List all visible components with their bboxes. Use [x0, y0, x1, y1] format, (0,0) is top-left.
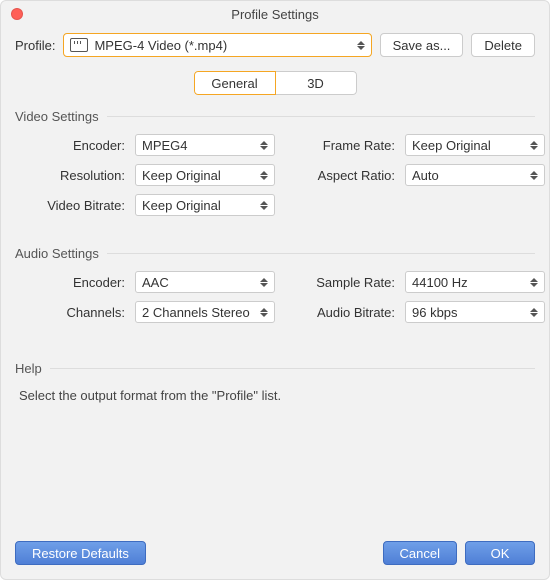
profile-label: Profile:: [15, 38, 55, 53]
tab-general[interactable]: General: [194, 71, 276, 95]
chevron-updown-icon: [530, 278, 538, 287]
chevron-updown-icon: [530, 308, 538, 317]
help-group: Help Select the output format from the "…: [15, 361, 535, 403]
divider: [107, 253, 535, 254]
chevron-updown-icon: [530, 141, 538, 150]
profile-value: MPEG-4 Video (*.mp4): [94, 38, 227, 53]
channels-value: 2 Channels Stereo: [142, 305, 250, 320]
footer: Restore Defaults Cancel OK: [1, 531, 549, 579]
resolution-select[interactable]: Keep Original: [135, 164, 275, 186]
delete-button[interactable]: Delete: [471, 33, 535, 57]
audio-bitrate-select[interactable]: 96 kbps: [405, 301, 545, 323]
help-text: Select the output format from the "Profi…: [15, 386, 535, 403]
aspect-ratio-value: Auto: [412, 168, 439, 183]
help-title: Help: [15, 361, 42, 376]
ok-button[interactable]: OK: [465, 541, 535, 565]
video-encoder-label: Encoder:: [15, 138, 125, 153]
video-bitrate-label: Video Bitrate:: [15, 198, 125, 213]
divider: [50, 368, 535, 369]
aspect-ratio-select[interactable]: Auto: [405, 164, 545, 186]
tab-3d[interactable]: 3D: [275, 71, 357, 95]
restore-defaults-button[interactable]: Restore Defaults: [15, 541, 146, 565]
audio-encoder-label: Encoder:: [15, 275, 125, 290]
chevron-updown-icon: [260, 201, 268, 210]
chevron-updown-icon: [260, 171, 268, 180]
titlebar: Profile Settings: [1, 1, 549, 27]
audio-bitrate-label: Audio Bitrate:: [285, 305, 395, 320]
audio-bitrate-value: 96 kbps: [412, 305, 458, 320]
video-encoder-select[interactable]: MPEG4: [135, 134, 275, 156]
video-settings-group: Video Settings Encoder: MPEG4 Frame Rate…: [15, 109, 535, 216]
mpeg-file-icon: [70, 38, 88, 52]
chevron-updown-icon: [260, 141, 268, 150]
chevron-updown-icon: [357, 41, 365, 50]
frame-rate-label: Frame Rate:: [285, 138, 395, 153]
content-area: General 3D Video Settings Encoder: MPEG4…: [1, 67, 549, 531]
channels-label: Channels:: [15, 305, 125, 320]
profile-row: Profile: MPEG-4 Video (*.mp4) Save as...…: [1, 27, 549, 67]
video-encoder-value: MPEG4: [142, 138, 188, 153]
window-title: Profile Settings: [231, 7, 318, 22]
video-bitrate-select[interactable]: Keep Original: [135, 194, 275, 216]
sample-rate-value: 44100 Hz: [412, 275, 468, 290]
chevron-updown-icon: [260, 278, 268, 287]
chevron-updown-icon: [260, 308, 268, 317]
aspect-ratio-label: Aspect Ratio:: [285, 168, 395, 183]
profile-select[interactable]: MPEG-4 Video (*.mp4): [63, 33, 371, 57]
tab-strip: General 3D: [15, 71, 535, 95]
sample-rate-select[interactable]: 44100 Hz: [405, 271, 545, 293]
sample-rate-label: Sample Rate:: [285, 275, 395, 290]
audio-settings-title: Audio Settings: [15, 246, 99, 261]
audio-settings-group: Audio Settings Encoder: AAC Sample Rate:…: [15, 246, 535, 323]
video-bitrate-value: Keep Original: [142, 198, 221, 213]
chevron-updown-icon: [530, 171, 538, 180]
audio-encoder-value: AAC: [142, 275, 169, 290]
save-as-button[interactable]: Save as...: [380, 33, 464, 57]
close-icon[interactable]: [11, 8, 23, 20]
resolution-value: Keep Original: [142, 168, 221, 183]
dialog-window: Profile Settings Profile: MPEG-4 Video (…: [0, 0, 550, 580]
video-settings-title: Video Settings: [15, 109, 99, 124]
resolution-label: Resolution:: [15, 168, 125, 183]
audio-encoder-select[interactable]: AAC: [135, 271, 275, 293]
channels-select[interactable]: 2 Channels Stereo: [135, 301, 275, 323]
frame-rate-select[interactable]: Keep Original: [405, 134, 545, 156]
frame-rate-value: Keep Original: [412, 138, 491, 153]
cancel-button[interactable]: Cancel: [383, 541, 457, 565]
divider: [107, 116, 535, 117]
